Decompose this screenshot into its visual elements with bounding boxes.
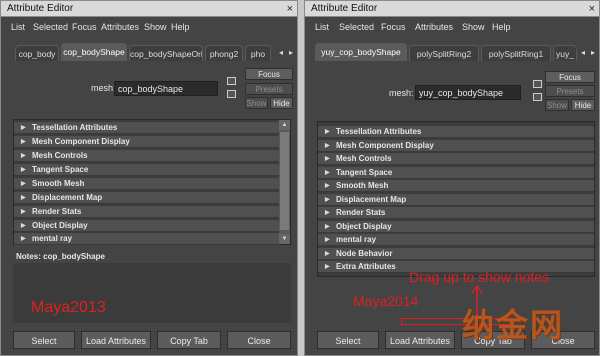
attribute-editor-2013: Attribute Editor × List Selected Focus A… (0, 0, 298, 356)
presets-button[interactable]: Presets (245, 83, 293, 95)
select-button[interactable]: Select (317, 331, 379, 349)
menu-attributes[interactable]: Attributes (415, 22, 453, 32)
menu-bar: List Selected Focus Attributes Show Help (1, 17, 297, 39)
section-tessellation-attributes[interactable]: ▶ Tessellation Attributes (14, 122, 279, 134)
hide-button[interactable]: Hide (571, 99, 595, 111)
output-connection-icon[interactable] (533, 93, 542, 101)
menu-list[interactable]: List (11, 22, 25, 32)
section-smooth-mesh[interactable]: ▶ Smooth Mesh (14, 178, 279, 190)
menu-help[interactable]: Help (171, 22, 190, 32)
tab-cop-body[interactable]: cop_body (15, 45, 59, 61)
menu-bar: List Selected Focus Attributes Show Help (305, 17, 599, 39)
copy-tab-button[interactable]: Copy Tab (157, 331, 221, 349)
mesh-name-field[interactable]: yuy_cop_bodyShape (415, 85, 521, 100)
tab-pho[interactable]: pho (245, 45, 271, 61)
section-tessellation-attributes[interactable]: ▶ Tessellation Attributes (318, 126, 594, 138)
section-tangent-space[interactable]: ▶ Tangent Space (14, 164, 279, 176)
section-displacement-map[interactable]: ▶ Displacement Map (318, 194, 594, 206)
hide-button[interactable]: Hide (270, 97, 293, 109)
menu-attributes[interactable]: Attributes (101, 22, 139, 32)
section-mesh-component-display[interactable]: ▶ Mesh Component Display (318, 140, 594, 152)
attribute-sections-panel: ▶ Tessellation Attributes ▶ Mesh Component… (13, 119, 291, 245)
window-title-bar: Attribute Editor × (1, 1, 297, 17)
input-connection-icon[interactable] (227, 77, 236, 85)
version-annotation: Maya2013 (31, 299, 106, 316)
node-tabs: cop_body cop_bodyShape cop_bodyShapeOrig… (1, 43, 297, 61)
focus-button[interactable]: Focus (245, 68, 293, 80)
version-annotation: Maya2014 (353, 293, 419, 309)
menu-show[interactable]: Show (144, 22, 167, 32)
close-button[interactable]: Close (227, 331, 291, 349)
mesh-label: mesh: (91, 83, 116, 93)
section-smooth-mesh[interactable]: ▶ Smooth Mesh (318, 180, 594, 192)
section-tangent-space[interactable]: ▶ Tangent Space (318, 167, 594, 179)
tab-scroll-left-icon[interactable]: ◂ (579, 47, 587, 58)
menu-list[interactable]: List (315, 22, 329, 32)
scroll-down-icon[interactable]: ▼ (279, 234, 290, 244)
menu-help[interactable]: Help (492, 22, 511, 32)
scroll-up-icon[interactable]: ▲ (279, 120, 290, 130)
show-button[interactable]: Show (545, 99, 569, 111)
select-button[interactable]: Select (13, 331, 75, 349)
mesh-label: mesh: (389, 88, 414, 98)
attribute-sections-panel: ▶ Tessellation Attributes ▶ Mesh Component… (317, 121, 595, 277)
tab-scroll-right-icon[interactable]: ▸ (287, 47, 295, 58)
menu-focus[interactable]: Focus (72, 22, 97, 32)
tab-scroll-right-icon[interactable]: ▸ (589, 47, 597, 58)
presets-button[interactable]: Presets (545, 85, 595, 97)
section-render-stats[interactable]: ▶ Render Stats (318, 207, 594, 219)
menu-selected[interactable]: Selected (33, 22, 68, 32)
node-tabs: yuy_cop_bodyShape polySplitRing2 polySpl… (305, 43, 599, 61)
tab-cop-bodyshapeorig[interactable]: cop_bodyShapeOrig (129, 45, 203, 61)
menu-show[interactable]: Show (462, 22, 485, 32)
load-attributes-button[interactable]: Load Attributes (81, 331, 151, 349)
section-mental-ray[interactable]: ▶ mental ray (14, 233, 279, 245)
window-title: Attribute Editor (7, 3, 74, 14)
section-mesh-controls[interactable]: ▶ Mesh Controls (318, 153, 594, 165)
section-displacement-map[interactable]: ▶ Displacement Map (14, 192, 279, 204)
section-render-stats[interactable]: ▶ Render Stats (14, 206, 279, 218)
output-connection-icon[interactable] (227, 90, 236, 98)
show-button[interactable]: Show (245, 97, 268, 109)
menu-selected[interactable]: Selected (339, 22, 374, 32)
section-mesh-component-display[interactable]: ▶ Mesh Component Display (14, 136, 279, 148)
focus-button[interactable]: Focus (545, 71, 595, 83)
section-object-display[interactable]: ▶ Object Display (14, 220, 279, 232)
window-title: Attribute Editor (311, 3, 378, 14)
section-mesh-controls[interactable]: ▶ Mesh Controls (14, 150, 279, 162)
section-mental-ray[interactable]: ▶ mental ray (318, 234, 594, 246)
section-node-behavior[interactable]: ▶ Node Behavior (318, 248, 594, 260)
close-icon[interactable]: × (589, 1, 595, 17)
close-icon[interactable]: × (287, 1, 293, 17)
notes-label: Notes: cop_bodyShape (16, 252, 105, 261)
tab-phong2[interactable]: phong2 (205, 45, 243, 61)
mesh-name-field[interactable]: cop_bodyShape (114, 81, 218, 96)
tab-yuy[interactable]: yuy_ (553, 45, 577, 61)
tab-polysplitring1[interactable]: polySplitRing1 (481, 45, 551, 61)
tab-cop-bodyshape[interactable]: cop_bodyShape (61, 43, 127, 61)
load-attributes-button[interactable]: Load Attributes (385, 331, 455, 349)
tab-scroll-left-icon[interactable]: ◂ (277, 47, 285, 58)
window-title-bar: Attribute Editor × (305, 1, 599, 17)
tab-yuy-cop-bodyshape[interactable]: yuy_cop_bodyShape (315, 43, 407, 61)
tab-polysplitring2[interactable]: polySplitRing2 (409, 45, 479, 61)
section-object-display[interactable]: ▶ Object Display (318, 221, 594, 233)
menu-focus[interactable]: Focus (381, 22, 406, 32)
input-connection-icon[interactable] (533, 80, 542, 88)
watermark-logo: 纳金网 (462, 306, 565, 344)
attribute-scrollbar[interactable]: ▲ ▼ (279, 120, 290, 244)
scrollbar-thumb[interactable] (280, 132, 289, 230)
